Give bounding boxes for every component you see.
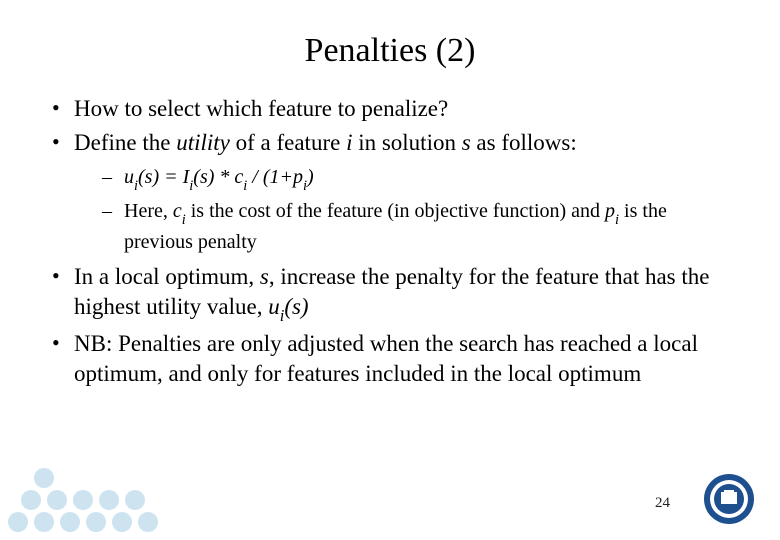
var-s: s bbox=[462, 130, 471, 155]
eq-p: p bbox=[293, 166, 303, 188]
bullet-4: NB: Penalties are only adjusted when the… bbox=[48, 329, 732, 389]
eq-div: / (1+ bbox=[247, 166, 293, 188]
sub-i: i bbox=[182, 212, 186, 228]
var-s2: s bbox=[260, 264, 269, 289]
text: of a feature bbox=[230, 130, 346, 155]
slide: Penalties (2) How to select which featur… bbox=[0, 0, 780, 540]
bullet-2: Define the utility of a feature i in sol… bbox=[48, 128, 732, 256]
var-c: c bbox=[173, 200, 182, 222]
eq-sub-i2: i bbox=[189, 178, 193, 194]
text: in solution bbox=[352, 130, 461, 155]
paren-s: (s) bbox=[284, 294, 308, 319]
eq-close: ) bbox=[307, 166, 314, 188]
var-p: p bbox=[605, 200, 615, 222]
eq-paren: (s) bbox=[138, 166, 159, 188]
bullet-list: How to select which feature to penalize?… bbox=[48, 94, 732, 388]
page-number: 24 bbox=[655, 495, 670, 512]
eq-c: c bbox=[234, 166, 243, 188]
sub-i3: i bbox=[280, 306, 285, 325]
eq-paren2: (s) bbox=[193, 166, 214, 188]
bullet-3: In a local optimum, s, increase the pena… bbox=[48, 262, 732, 325]
eq-sub-i: i bbox=[134, 178, 138, 194]
term-utility: utility bbox=[176, 130, 230, 155]
sub-list: ui(s) = Ii(s) * ci / (1+pi) Here, ci is … bbox=[74, 164, 732, 256]
var-u: u bbox=[268, 294, 280, 319]
eq-sub-i3: i bbox=[243, 178, 247, 194]
text: is the cost of the feature (in objective… bbox=[186, 200, 605, 222]
sub-explain: Here, ci is the cost of the feature (in … bbox=[102, 198, 732, 255]
text: Here, bbox=[124, 200, 173, 222]
sub-i2: i bbox=[615, 212, 619, 228]
eq-eq: = bbox=[159, 166, 183, 188]
equation: ui(s) = Ii(s) * ci / (1+pi) bbox=[102, 164, 732, 194]
decorative-dots bbox=[0, 450, 200, 540]
eq-sub-i4: i bbox=[303, 178, 307, 194]
bullet-1: How to select which feature to penalize? bbox=[48, 94, 732, 124]
eq-star: * bbox=[214, 166, 234, 188]
institution-logo-icon bbox=[702, 472, 756, 526]
eq-u: u bbox=[124, 166, 134, 188]
text: In a local optimum, bbox=[74, 264, 260, 289]
slide-title: Penalties (2) bbox=[48, 32, 732, 70]
text: Define the bbox=[74, 130, 176, 155]
text: as follows: bbox=[471, 130, 577, 155]
